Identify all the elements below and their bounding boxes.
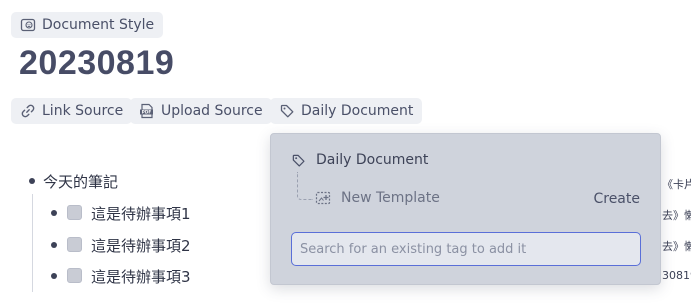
- create-button[interactable]: Create: [593, 191, 640, 207]
- clipped-reference-text: 30819: [662, 269, 691, 282]
- todo-checkbox[interactable]: [67, 237, 82, 252]
- daily-document-tag-button[interactable]: Daily Document: [270, 98, 423, 124]
- bullet-root[interactable]: [29, 178, 35, 184]
- clipped-reference-text: 《卡片: [662, 178, 691, 191]
- indent-guide: [32, 194, 33, 292]
- link-icon: [21, 104, 35, 118]
- new-template-option[interactable]: New Template: [315, 190, 440, 206]
- new-template-label: New Template: [341, 190, 440, 206]
- svg-text:PDF: PDF: [142, 110, 152, 115]
- document-style-label: Document Style: [42, 17, 155, 33]
- bullet[interactable]: [51, 273, 57, 279]
- link-source-label: Link Source: [42, 103, 124, 119]
- todo-text[interactable]: 這是待辦事項3: [91, 266, 191, 287]
- tag-option-label: Daily Document: [316, 152, 429, 168]
- tag-icon: [292, 154, 305, 167]
- todo-checkbox[interactable]: [67, 205, 82, 220]
- bullet[interactable]: [51, 210, 57, 216]
- bullet[interactable]: [51, 242, 57, 248]
- pdf-file-icon: PDF: [140, 103, 153, 119]
- tag-icon: [280, 104, 294, 118]
- daily-document-label: Daily Document: [301, 103, 414, 119]
- tag-option-daily-document[interactable]: Daily Document: [291, 152, 428, 168]
- tag-popup: Daily Document New Template Create: [270, 133, 661, 285]
- page-title[interactable]: 20230819: [19, 44, 174, 83]
- tree-connector: [297, 172, 313, 200]
- tag-search-input[interactable]: [291, 232, 641, 266]
- upload-source-label: Upload Source: [161, 103, 263, 119]
- todo-text[interactable]: 這是待辦事項2: [91, 235, 191, 256]
- link-source-button[interactable]: Link Source: [11, 98, 133, 124]
- todo-checkbox[interactable]: [67, 268, 82, 283]
- document-style-button[interactable]: Document Style: [11, 12, 164, 38]
- clipped-reference-text: 去》懶: [662, 240, 691, 253]
- note-root-text[interactable]: 今天的筆記: [43, 171, 118, 192]
- template-plus-icon: [315, 191, 331, 205]
- upload-source-button[interactable]: PDF Upload Source: [130, 98, 272, 124]
- todo-text[interactable]: 這是待辦事項1: [91, 203, 191, 224]
- clipped-reference-text: 去》懶: [662, 209, 691, 222]
- image-smile-icon: [20, 18, 36, 32]
